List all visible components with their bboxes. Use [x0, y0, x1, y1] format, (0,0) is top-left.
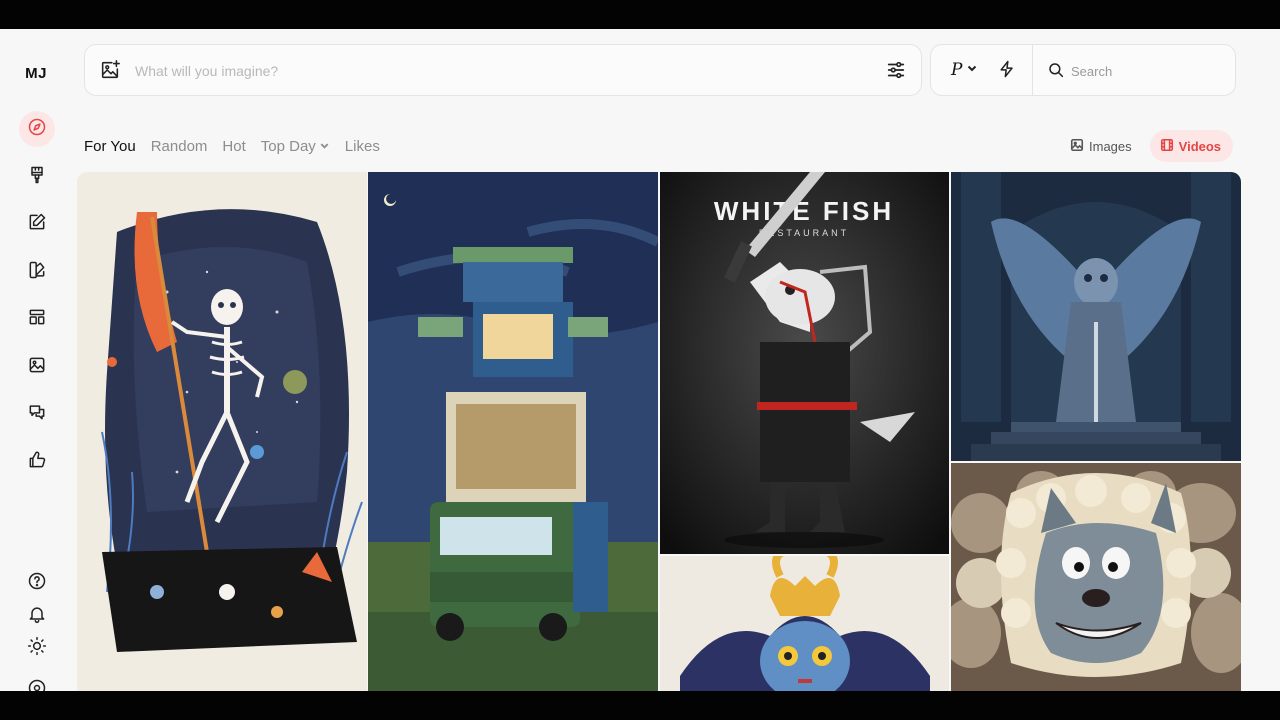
personalize-mode-dropdown[interactable]: P — [951, 59, 978, 81]
theme-toggle-button[interactable] — [19, 630, 55, 666]
gallery-item-truck-house[interactable] — [368, 172, 658, 691]
add-image-icon[interactable] — [99, 59, 121, 81]
edit-icon — [27, 212, 47, 237]
prompt-input[interactable] — [135, 57, 855, 85]
tab-for-you[interactable]: For You — [84, 138, 136, 155]
gallery-item-mask[interactable] — [660, 556, 949, 691]
images-label: Images — [1089, 138, 1132, 154]
media-type-toggle: Images Videos — [1060, 130, 1234, 162]
notifications-button[interactable] — [19, 598, 55, 634]
prompt-bar — [84, 44, 922, 96]
sidebar-item-chat[interactable] — [19, 396, 55, 432]
chevron-down-icon — [966, 61, 978, 79]
truck-house-artwork — [368, 172, 658, 691]
sidebar-item-likes[interactable] — [19, 444, 55, 480]
wolf-sheep-artwork — [951, 463, 1241, 691]
brush-icon — [27, 165, 47, 190]
image-icon — [1070, 138, 1084, 155]
sidebar-item-create[interactable] — [19, 159, 55, 195]
mode-label: P — [951, 60, 963, 80]
sun-icon — [27, 636, 47, 661]
tab-random[interactable]: Random — [151, 138, 208, 155]
gallery-item-owl-statue[interactable] — [951, 172, 1241, 461]
sidebar-item-explore[interactable] — [19, 111, 55, 147]
sliders-icon[interactable] — [885, 59, 909, 83]
app-logo[interactable]: MJ — [18, 65, 54, 82]
search-icon — [1047, 61, 1067, 81]
palette-icon — [27, 260, 47, 285]
image-icon — [27, 355, 47, 380]
user-circle-icon — [27, 678, 47, 691]
help-button[interactable] — [19, 565, 55, 601]
tab-top-day[interactable]: Top Day — [261, 138, 330, 155]
sidebar: MJ — [0, 29, 74, 691]
tab-likes[interactable]: Likes — [345, 138, 380, 155]
white-fish-artwork: WHITE FISH RESTAURANT — [660, 172, 949, 554]
sidebar-item-edit[interactable] — [19, 206, 55, 242]
controls-bar: P — [930, 44, 1236, 96]
film-icon — [1160, 138, 1174, 155]
sidebar-item-organize[interactable] — [19, 301, 55, 337]
skeleton-artwork — [77, 172, 367, 691]
gallery-item-white-fish-poster[interactable]: WHITE FISH RESTAURANT — [660, 172, 949, 554]
lightning-icon[interactable] — [997, 59, 1019, 81]
screen-bottom-bar — [0, 691, 1280, 720]
divider — [1032, 45, 1033, 95]
poster-title: WHITE FISH — [714, 196, 894, 226]
videos-filter-button[interactable]: Videos — [1149, 130, 1234, 162]
videos-label: Videos — [1178, 138, 1222, 154]
app-window: MJ What will you imagine? P Search For Y… — [0, 29, 1280, 691]
sidebar-item-images[interactable] — [19, 349, 55, 385]
screen-top-bar — [0, 0, 1280, 29]
gallery-item-wolf-sheep[interactable] — [951, 463, 1241, 691]
chat-icon — [27, 402, 47, 427]
feed-tabs: For You Random Hot Top Day Likes — [84, 136, 380, 156]
help-icon — [27, 571, 47, 596]
layout-icon — [27, 307, 47, 332]
profile-button[interactable] — [19, 672, 55, 691]
owl-statue-artwork — [951, 172, 1241, 461]
sidebar-item-personalize[interactable] — [19, 254, 55, 290]
tab-hot[interactable]: Hot — [222, 138, 245, 155]
chevron-down-icon — [319, 138, 330, 155]
images-filter-button[interactable]: Images — [1060, 130, 1144, 162]
bell-icon — [27, 604, 47, 629]
thumbs-up-icon — [27, 450, 47, 475]
gallery-item-skeleton[interactable] — [77, 172, 367, 691]
tab-top-day-label: Top Day — [260, 137, 316, 155]
mask-artwork — [660, 556, 949, 691]
compass-icon — [27, 117, 47, 142]
search-input[interactable] — [1071, 57, 1221, 85]
